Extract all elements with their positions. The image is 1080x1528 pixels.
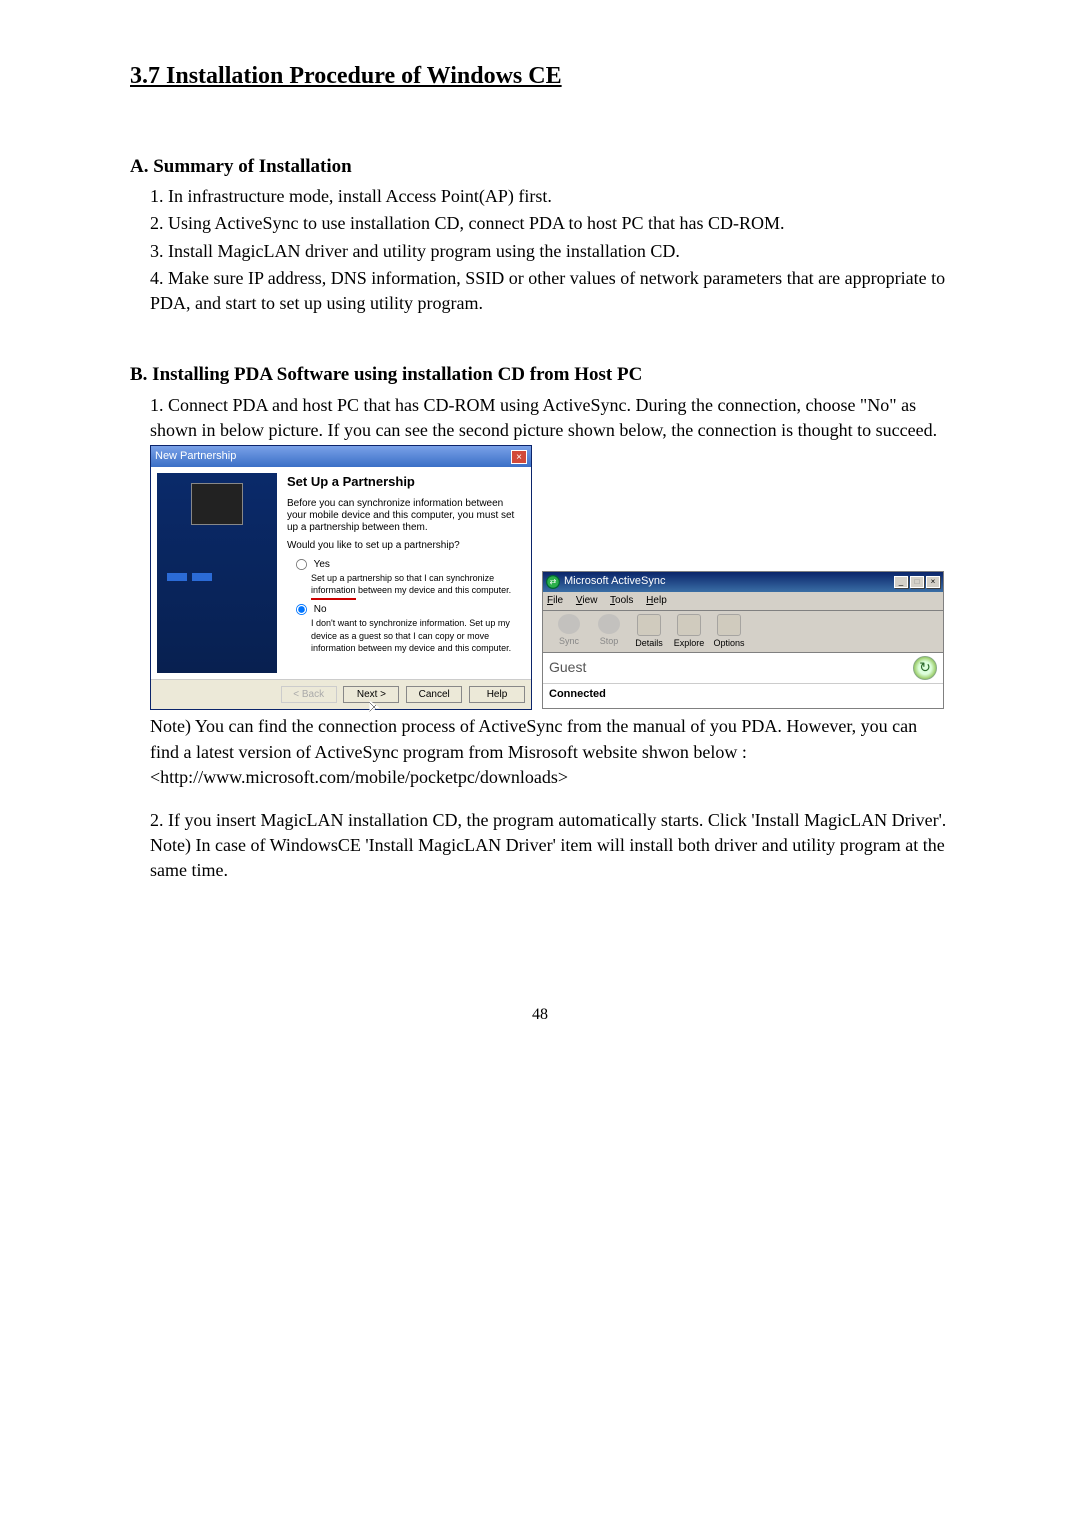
list-item: 3. Install MagicLAN driver and utility p…: [150, 239, 950, 264]
toolbar: Sync Stop Details Explore Options: [543, 611, 943, 654]
dialog-sidebar-graphic: [157, 473, 277, 673]
toolbar-details-button[interactable]: Details: [629, 614, 669, 650]
pda-icon: [191, 483, 243, 525]
paragraph: Note) In case of WindowsCE 'Install Magi…: [150, 833, 950, 883]
paragraph: 1. Connect PDA and host PC that has CD-R…: [150, 393, 950, 443]
maximize-icon: □: [910, 576, 924, 588]
new-partnership-dialog: New Partnership × Set Up a Partnership B…: [150, 445, 532, 710]
after-screenshot-body: Note) You can find the connection proces…: [130, 714, 950, 883]
window-title-text: Microsoft ActiveSync: [564, 574, 892, 589]
toolbar-explore-button[interactable]: Explore: [669, 614, 709, 650]
sync-icon: [558, 614, 580, 634]
next-button[interactable]: Next >: [343, 686, 399, 703]
activesync-icon: ⇄: [546, 575, 560, 589]
list-item: 2. Using ActiveSync to use installation …: [150, 211, 950, 236]
toolbar-sync-button: Sync: [549, 614, 589, 650]
decor-icon: [167, 573, 187, 581]
paragraph: Note) You can find the connection proces…: [150, 714, 950, 764]
dialog-titlebar: New Partnership ×: [151, 446, 531, 467]
status-guest-label: Guest: [549, 658, 913, 678]
stop-icon: [598, 614, 620, 634]
radio-yes-desc: Set up a partnership so that I can synch…: [295, 572, 525, 600]
help-button[interactable]: Help: [469, 686, 525, 703]
radio-no-desc: I don't want to synchronize information.…: [295, 617, 525, 655]
list-item: 1. In infrastructure mode, install Acces…: [150, 184, 950, 209]
cancel-button[interactable]: Cancel: [406, 686, 462, 703]
radio-yes[interactable]: Yes: [295, 558, 525, 572]
page-number: 48: [130, 1004, 950, 1026]
subsection-a-title: A. Summary of Installation: [130, 154, 950, 181]
list-item: 4. Make sure IP address, DNS information…: [150, 266, 950, 316]
status-connected-row: Connected: [543, 684, 943, 708]
section-heading: 3.7 Installation Procedure of Windows CE: [130, 60, 950, 94]
radio-no[interactable]: No: [295, 603, 525, 617]
close-icon[interactable]: ×: [926, 576, 940, 588]
menu-help[interactable]: Help: [646, 595, 667, 606]
details-icon: [637, 614, 661, 636]
dialog-title-text: New Partnership: [155, 449, 511, 464]
menu-file[interactable]: File: [547, 595, 563, 606]
activesync-window: ⇄ Microsoft ActiveSync _ □ × File View T…: [542, 571, 944, 709]
minimize-icon[interactable]: _: [894, 576, 908, 588]
sync-status-icon: ↻: [913, 656, 937, 680]
window-titlebar: ⇄ Microsoft ActiveSync _ □ ×: [543, 572, 943, 591]
decor-icon: [192, 573, 212, 581]
subsection-b-body: 1. Connect PDA and host PC that has CD-R…: [130, 393, 950, 443]
menu-tools[interactable]: Tools: [610, 595, 633, 606]
highlight-underline: information: [311, 584, 356, 600]
explore-icon: [677, 614, 701, 636]
toolbar-stop-button: Stop: [589, 614, 629, 650]
dialog-heading: Set Up a Partnership: [287, 473, 525, 491]
dialog-text: Before you can synchronize information b…: [287, 498, 525, 534]
options-icon: [717, 614, 741, 636]
toolbar-options-button[interactable]: Options: [709, 614, 749, 650]
subsection-b-title: B. Installing PDA Software using install…: [130, 362, 950, 389]
screenshot-row: New Partnership × Set Up a Partnership B…: [130, 445, 950, 710]
menu-view[interactable]: View: [576, 595, 598, 606]
subsection-a-body: 1. In infrastructure mode, install Acces…: [130, 184, 950, 316]
url-text: <http://www.microsoft.com/mobile/pocketp…: [150, 765, 950, 790]
back-button: < Back: [281, 686, 337, 703]
dialog-button-row: < Back Next > Cancel Help: [151, 679, 531, 709]
status-guest-row: Guest ↻: [543, 653, 943, 684]
menu-bar: File View Tools Help: [543, 592, 943, 611]
close-icon[interactable]: ×: [511, 450, 527, 464]
dialog-text: Would you like to set up a partnership?: [287, 540, 525, 552]
paragraph: 2. If you insert MagicLAN installation C…: [150, 808, 950, 833]
